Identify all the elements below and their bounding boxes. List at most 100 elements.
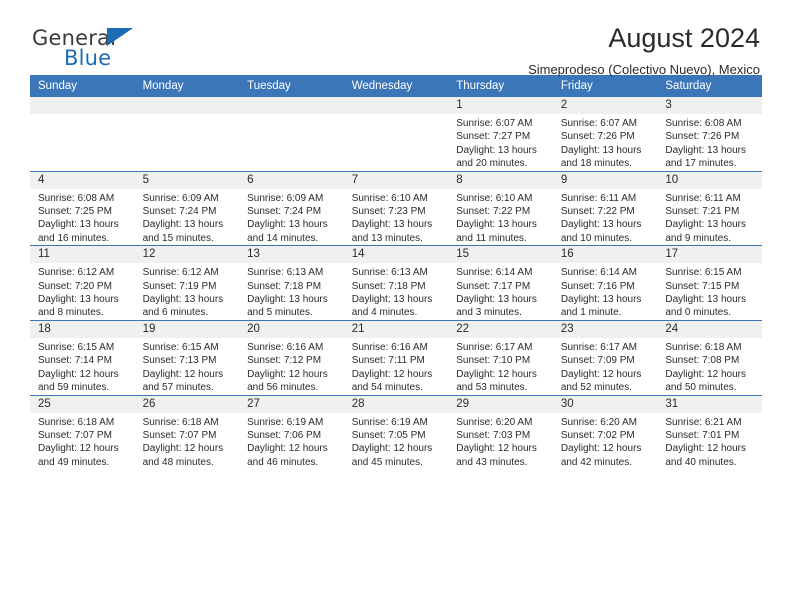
- calendar-day-cell[interactable]: 9 Sunrise: 6:11 AM Sunset: 7:22 PM Daylight…: [552, 170, 658, 246]
- daylight-duration-line2: and 52 minutes.: [560, 382, 632, 394]
- daylight-duration-line2: and 18 minutes.: [560, 158, 632, 170]
- day-number: 3: [657, 97, 762, 114]
- daylight-duration-line2: and 10 minutes.: [560, 232, 632, 244]
- daylight-duration-line1: Daylight: 13 hours: [38, 219, 119, 231]
- calendar-day-cell[interactable]: 25 Sunrise: 6:18 AM Sunset: 7:07 PM Dayligh…: [30, 394, 135, 470]
- day-details: Sunrise: 6:12 AM Sunset: 7:20 PM Daylight:…: [30, 263, 135, 320]
- sunset-time: Sunset: 7:23 PM: [351, 206, 426, 218]
- calendar-day-cell-empty: [239, 97, 344, 171]
- day-details: Sunrise: 6:17 AM Sunset: 7:10 PM Daylight:…: [448, 338, 553, 395]
- daylight-duration-line1: Daylight: 12 hours: [560, 443, 642, 455]
- calendar-day-cell[interactable]: 19 Sunrise: 6:15 AM Sunset: 7:13 PM Dayligh…: [134, 319, 240, 395]
- calendar-day-cell[interactable]: 1 Sunrise: 6:07 AM Sunset: 7:27 PM Daylight…: [448, 97, 553, 171]
- day-details: Sunrise: 6:09 AM Sunset: 7:24 PM Daylight:…: [135, 189, 240, 246]
- day-details: Sunrise: 6:12 AM Sunset: 7:19 PM Daylight:…: [135, 263, 240, 320]
- day-number: [134, 97, 240, 114]
- day-details: Sunrise: 6:13 AM Sunset: 7:18 PM Daylight:…: [239, 263, 344, 320]
- calendar-day-cell[interactable]: 18 Sunrise: 6:15 AM Sunset: 7:14 PM Dayligh…: [30, 319, 135, 395]
- daylight-duration-line2: and 48 minutes.: [142, 456, 214, 468]
- brand-logo[interactable]: General Blue: [32, 26, 262, 74]
- calendar-day-cell[interactable]: 24 Sunrise: 6:18 AM Sunset: 7:08 PM Dayligh…: [657, 319, 762, 395]
- daylight-duration-line2: and 6 minutes.: [142, 307, 209, 319]
- daylight-duration-line1: Daylight: 13 hours: [665, 219, 746, 231]
- calendar-day-cell[interactable]: 27 Sunrise: 6:19 AM Sunset: 7:06 PM Dayligh…: [239, 394, 344, 470]
- sunset-time: Sunset: 7:11 PM: [351, 355, 425, 367]
- day-details: Sunrise: 6:07 AM Sunset: 7:27 PM Daylight:…: [448, 114, 553, 171]
- weekday-header-monday: Monday: [134, 75, 240, 97]
- day-number: 9: [552, 171, 658, 189]
- daylight-duration-line2: and 8 minutes.: [38, 307, 104, 319]
- day-number: 4: [30, 171, 135, 189]
- day-number: 23: [552, 320, 658, 338]
- day-details: Sunrise: 6:20 AM Sunset: 7:03 PM Daylight:…: [448, 413, 553, 470]
- calendar-day-cell[interactable]: 26 Sunrise: 6:18 AM Sunset: 7:07 PM Dayligh…: [134, 394, 240, 470]
- daylight-duration-line1: Daylight: 13 hours: [560, 144, 642, 156]
- day-details: Sunrise: 6:10 AM Sunset: 7:22 PM Daylight:…: [448, 189, 553, 246]
- calendar-day-cell[interactable]: 13 Sunrise: 6:13 AM Sunset: 7:18 PM Dayligh…: [239, 245, 344, 321]
- calendar-day-cell[interactable]: 12 Sunrise: 6:12 AM Sunset: 7:19 PM Dayligh…: [134, 245, 240, 321]
- day-number: 17: [657, 246, 762, 264]
- day-number: 25: [30, 395, 135, 413]
- calendar-day-cell[interactable]: 11 Sunrise: 6:12 AM Sunset: 7:20 PM Dayligh…: [30, 245, 135, 321]
- page-subtitle: Simeprodeso (Colectivo Nuevo), Mexico: [528, 62, 760, 77]
- sunrise-time: Sunrise: 6:12 AM: [38, 267, 115, 279]
- sunrise-time: Sunrise: 6:15 AM: [665, 267, 742, 279]
- calendar-day-cell[interactable]: 21 Sunrise: 6:16 AM Sunset: 7:11 PM Dayligh…: [343, 319, 449, 395]
- calendar-day-cell[interactable]: 3 Sunrise: 6:08 AM Sunset: 7:26 PM Daylight…: [657, 97, 762, 171]
- calendar-day-cell[interactable]: 2 Sunrise: 6:07 AM Sunset: 7:26 PM Daylight…: [552, 97, 658, 171]
- calendar-day-cell[interactable]: 8 Sunrise: 6:10 AM Sunset: 7:22 PM Daylight…: [448, 170, 553, 246]
- calendar-day-cell[interactable]: 20 Sunrise: 6:16 AM Sunset: 7:12 PM Dayligh…: [239, 319, 344, 395]
- sunset-time: Sunset: 7:07 PM: [142, 429, 217, 441]
- calendar-week-row: 4 Sunrise: 6:08 AM Sunset: 7:25 PM Daylight…: [30, 170, 762, 246]
- day-number: 29: [448, 395, 553, 413]
- sunset-time: Sunset: 7:26 PM: [665, 131, 740, 143]
- day-details: Sunrise: 6:17 AM Sunset: 7:09 PM Daylight:…: [553, 338, 658, 395]
- calendar-day-cell[interactable]: 7 Sunrise: 6:10 AM Sunset: 7:23 PM Daylight…: [343, 170, 449, 246]
- sunrise-time: Sunrise: 6:11 AM: [560, 192, 637, 204]
- day-details: Sunrise: 6:21 AM Sunset: 7:01 PM Daylight:…: [657, 413, 762, 470]
- sunrise-time: Sunrise: 6:17 AM: [560, 341, 637, 353]
- calendar-day-cell[interactable]: 31 Sunrise: 6:21 AM Sunset: 7:01 PM Dayligh…: [657, 394, 762, 470]
- sunset-time: Sunset: 7:18 PM: [247, 280, 322, 292]
- daylight-duration-line2: and 13 minutes.: [351, 232, 423, 244]
- sunrise-time: Sunrise: 6:15 AM: [38, 341, 115, 353]
- day-details: Sunrise: 6:18 AM Sunset: 7:07 PM Daylight:…: [135, 413, 240, 470]
- sunrise-time: Sunrise: 6:07 AM: [456, 118, 533, 129]
- day-number: 28: [343, 395, 449, 413]
- day-number: 5: [134, 171, 240, 189]
- daylight-duration-line1: Daylight: 12 hours: [456, 368, 537, 380]
- calendar-day-cell[interactable]: 23 Sunrise: 6:17 AM Sunset: 7:09 PM Dayligh…: [552, 319, 658, 395]
- day-number: 16: [552, 246, 658, 264]
- day-details: Sunrise: 6:11 AM Sunset: 7:22 PM Daylight:…: [553, 189, 658, 246]
- day-details: Sunrise: 6:16 AM Sunset: 7:11 PM Daylight:…: [344, 338, 449, 395]
- daylight-duration-line1: Daylight: 13 hours: [351, 219, 433, 231]
- calendar-day-cell[interactable]: 17 Sunrise: 6:15 AM Sunset: 7:15 PM Dayligh…: [657, 245, 762, 321]
- sunset-time: Sunset: 7:27 PM: [456, 131, 531, 143]
- sunset-time: Sunset: 7:02 PM: [560, 429, 635, 441]
- calendar-day-cell[interactable]: 4 Sunrise: 6:08 AM Sunset: 7:25 PM Daylight…: [30, 170, 135, 246]
- day-details: Sunrise: 6:19 AM Sunset: 7:06 PM Daylight:…: [239, 413, 344, 470]
- calendar-day-cell[interactable]: 14 Sunrise: 6:13 AM Sunset: 7:18 PM Dayligh…: [343, 245, 449, 321]
- sunset-time: Sunset: 7:03 PM: [456, 429, 531, 441]
- day-details: Sunrise: 6:20 AM Sunset: 7:02 PM Daylight:…: [553, 413, 658, 470]
- calendar-day-cell[interactable]: 10 Sunrise: 6:11 AM Sunset: 7:21 PM Dayligh…: [657, 170, 762, 246]
- day-number: 27: [239, 395, 344, 413]
- calendar-day-cell[interactable]: 30 Sunrise: 6:20 AM Sunset: 7:02 PM Dayligh…: [552, 394, 658, 470]
- sunset-time: Sunset: 7:17 PM: [456, 280, 531, 292]
- calendar-day-cell[interactable]: 5 Sunrise: 6:09 AM Sunset: 7:24 PM Daylight…: [134, 170, 240, 246]
- daylight-duration-line1: Daylight: 13 hours: [665, 144, 746, 156]
- daylight-duration-line2: and 14 minutes.: [247, 232, 319, 244]
- calendar-day-cell[interactable]: 6 Sunrise: 6:09 AM Sunset: 7:24 PM Daylight…: [239, 170, 344, 246]
- daylight-duration-line2: and 0 minutes.: [665, 307, 731, 319]
- calendar-day-cell[interactable]: 22 Sunrise: 6:17 AM Sunset: 7:10 PM Dayligh…: [448, 319, 553, 395]
- sunrise-time: Sunrise: 6:14 AM: [456, 267, 533, 279]
- sunset-time: Sunset: 7:12 PM: [247, 355, 322, 367]
- calendar-day-cell[interactable]: 15 Sunrise: 6:14 AM Sunset: 7:17 PM Dayligh…: [448, 245, 553, 321]
- day-number: 7: [343, 171, 449, 189]
- calendar-day-cell[interactable]: 29 Sunrise: 6:20 AM Sunset: 7:03 PM Dayligh…: [448, 394, 553, 470]
- calendar-day-cell[interactable]: 16 Sunrise: 6:14 AM Sunset: 7:16 PM Dayligh…: [552, 245, 658, 321]
- day-details: Sunrise: 6:10 AM Sunset: 7:23 PM Daylight:…: [344, 189, 449, 246]
- daylight-duration-line2: and 54 minutes.: [351, 382, 423, 394]
- calendar-day-cell[interactable]: 28 Sunrise: 6:19 AM Sunset: 7:05 PM Dayligh…: [343, 394, 449, 470]
- day-number: 2: [552, 97, 658, 114]
